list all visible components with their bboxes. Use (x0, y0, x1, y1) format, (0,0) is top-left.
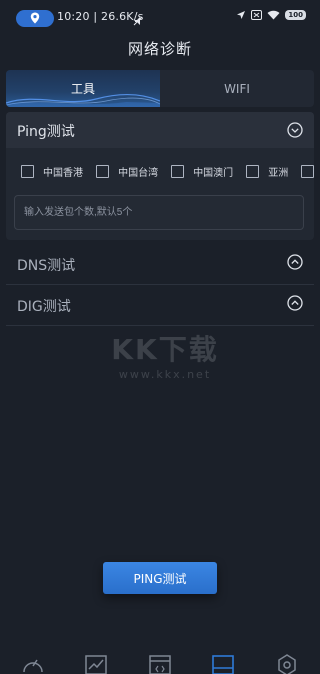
chevron-up-circle-icon[interactable] (287, 295, 303, 311)
dig-section-header[interactable]: DIG测试 (6, 285, 314, 326)
status-icons: 100 (236, 10, 306, 20)
sim-off-icon (251, 10, 263, 20)
region-label: 中国台湾 (118, 168, 159, 179)
wifi-icon (267, 10, 280, 20)
watermark: KK下载 www.kkx.net (100, 328, 230, 381)
tab-tools-label: 工具 (70, 82, 95, 96)
watermark-logo: KK下载 (111, 333, 219, 366)
battery-level: 100 (285, 10, 306, 20)
region-option-more[interactable] (301, 165, 314, 178)
tab-wifi[interactable]: WIFI (160, 70, 314, 107)
region-option-asia[interactable]: 亚洲 (246, 164, 288, 179)
region-label: 中国香港 (43, 168, 83, 179)
region-label: 中国澳门 (193, 168, 234, 179)
dig-section-title: DIG测试 (17, 299, 71, 315)
status-bar: 10:20 | 26.6K/s 100 (0, 0, 320, 36)
tab-bar: 工具 WIFI (6, 70, 314, 107)
tab-wifi-label: WIFI (224, 81, 250, 96)
region-checkbox[interactable] (171, 165, 185, 178)
ping-section-title: Ping测试 (17, 124, 75, 140)
browser-icon[interactable] (149, 654, 171, 674)
dns-section-header[interactable]: DNS测试 (6, 244, 314, 285)
chart-icon[interactable] (85, 654, 107, 674)
ping-section-header[interactable]: Ping测试 (6, 112, 314, 148)
location-pill (16, 10, 54, 27)
dns-section-title: DNS测试 (17, 258, 76, 274)
watermark-url: www.kkx.net (118, 368, 212, 381)
region-option-hongkong[interactable]: 中国香港 (21, 164, 83, 179)
region-label: 亚洲 (268, 168, 289, 179)
region-checkbox-row: 中国香港 中国台湾 中国澳门 亚洲 (21, 163, 314, 181)
region-checkbox[interactable] (96, 165, 110, 178)
mute-icon (133, 11, 143, 30)
diagnose-icon[interactable] (212, 654, 234, 674)
status-time-speed: 10:20 | 26.6K/s (57, 10, 144, 23)
chevron-up-circle-icon[interactable] (287, 254, 303, 270)
region-option-macau[interactable]: 中国澳门 (171, 164, 233, 179)
ping-test-button[interactable]: PING测试 (103, 562, 217, 594)
tab-tools[interactable]: 工具 (6, 70, 160, 107)
location-pin-icon (30, 12, 40, 24)
navigation-icon (237, 11, 246, 19)
bottom-nav (0, 650, 320, 674)
region-checkbox[interactable] (301, 165, 314, 178)
settings-icon[interactable] (276, 654, 298, 674)
region-checkbox[interactable] (21, 165, 34, 178)
chevron-down-circle-icon[interactable] (287, 122, 303, 138)
region-checkbox[interactable] (246, 165, 260, 178)
region-option-taiwan[interactable]: 中国台湾 (96, 164, 158, 179)
packet-count-input[interactable] (14, 195, 304, 230)
speedometer-icon[interactable] (22, 654, 44, 674)
page-title: 网络诊断 (127, 40, 192, 58)
